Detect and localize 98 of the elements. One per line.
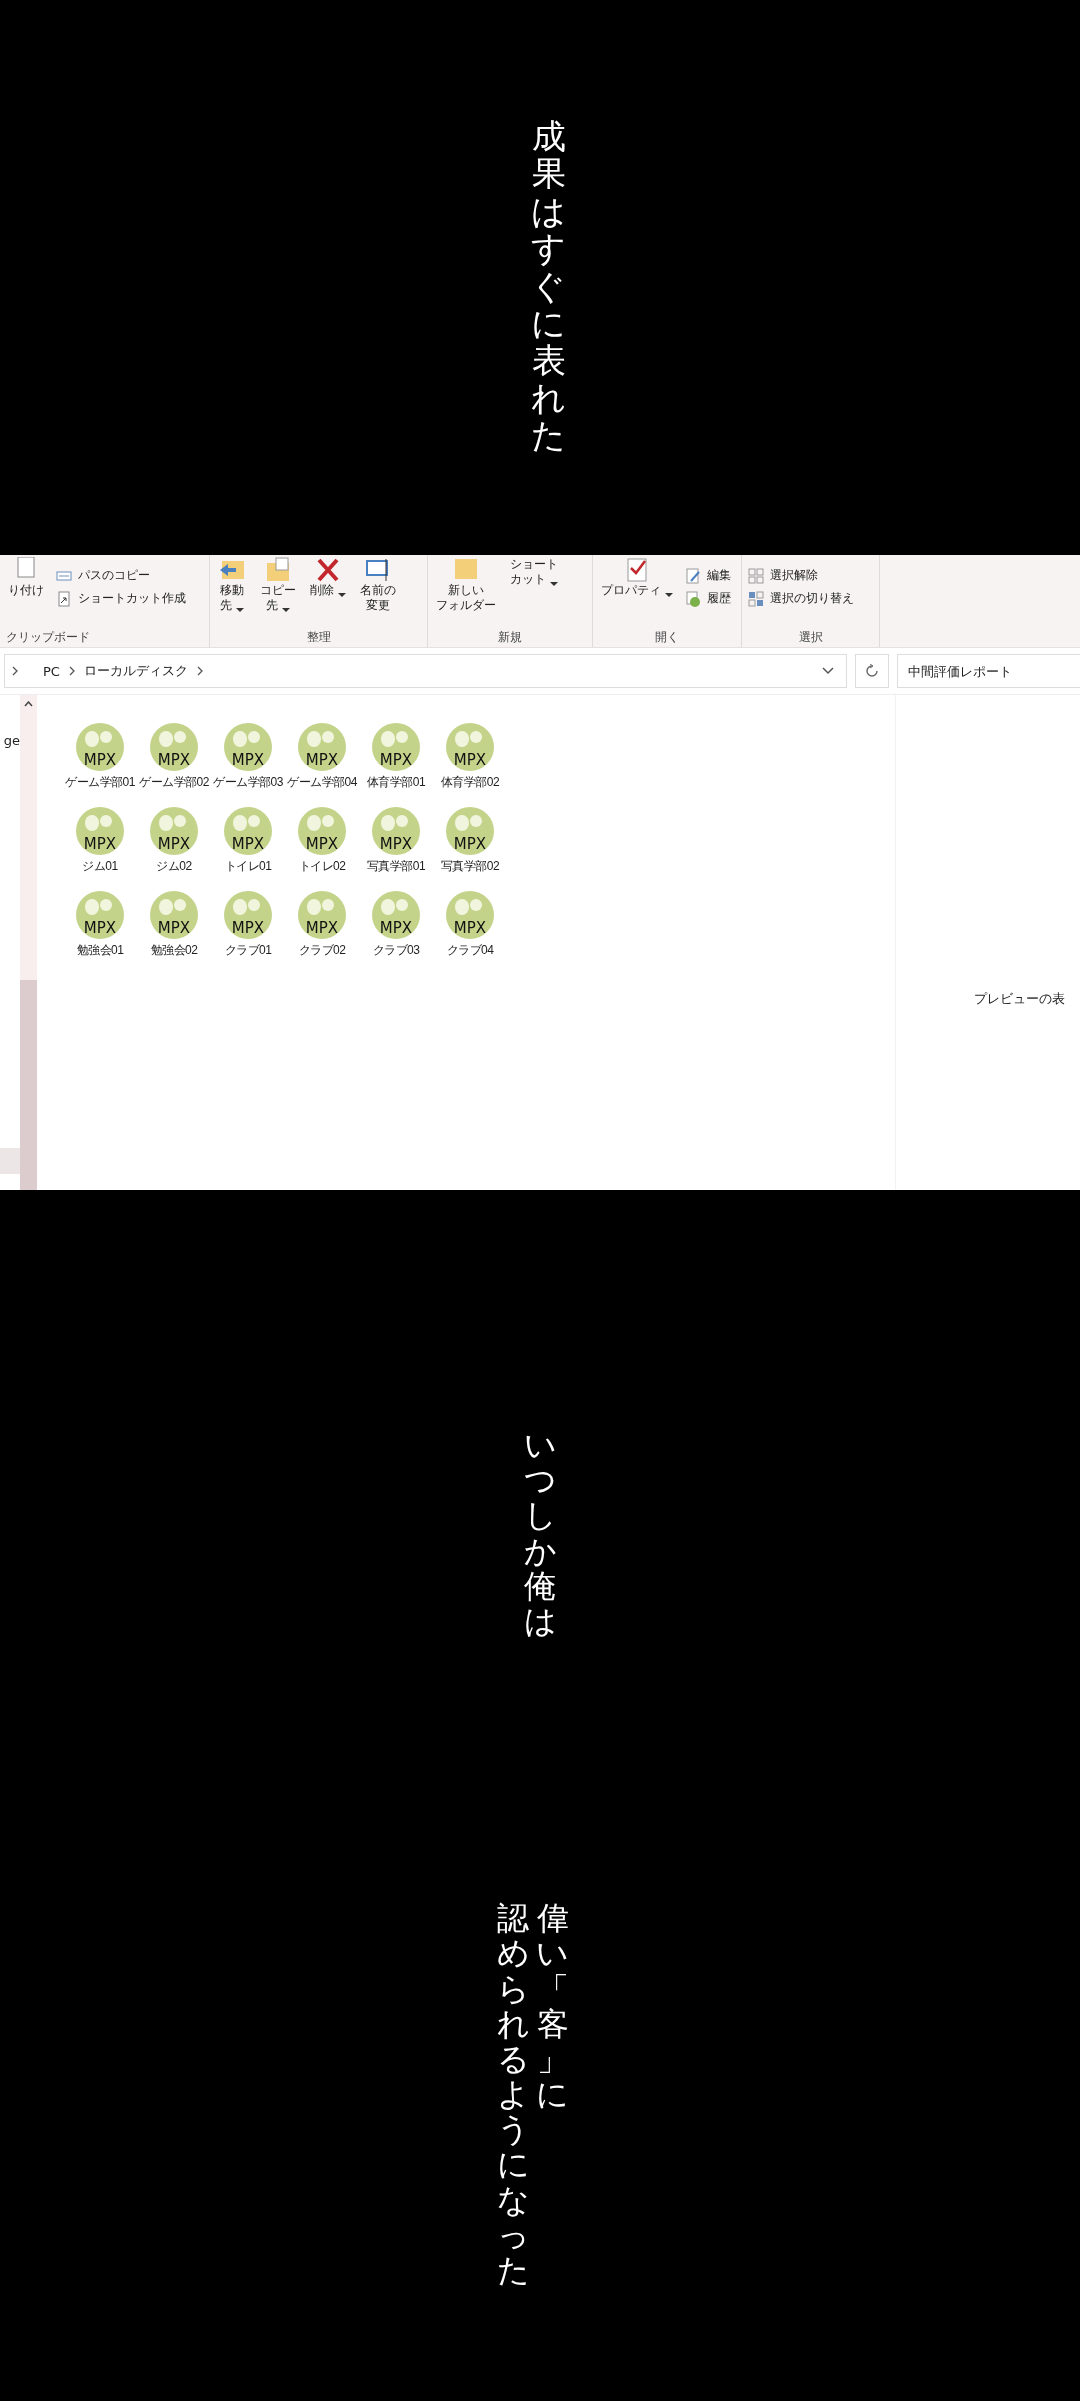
scrollbar-thumb[interactable]	[20, 980, 37, 1190]
media-file-icon: MPX	[150, 807, 198, 855]
ribbon-button[interactable]: 選択の切り替え	[748, 590, 854, 607]
media-file-icon: MPX	[150, 723, 198, 771]
search-field[interactable]: 中間評価レポート	[897, 654, 1080, 688]
scrollbar[interactable]	[20, 695, 37, 1190]
ribbon-button[interactable]: プロパティ	[599, 557, 675, 598]
file-name: 勉強会01	[76, 942, 124, 959]
file-name: 体育学部02	[440, 774, 500, 791]
invert-selection-icon	[748, 590, 764, 607]
file-name: ゲーム学部03	[213, 774, 283, 791]
file-item[interactable]: MPX ゲーム学部04	[285, 723, 359, 793]
ribbon-button[interactable]: 選択解除	[748, 567, 854, 584]
media-file-icon: MPX	[224, 807, 272, 855]
file-name: 写真学部01	[366, 858, 426, 875]
ribbon-button[interactable]: ショート カット	[508, 557, 560, 587]
media-file-icon: MPX	[76, 891, 124, 939]
preview-message: プレビューの表	[974, 990, 1065, 1008]
ribbon-group-label: 整理	[305, 629, 332, 646]
refresh-button[interactable]	[854, 654, 889, 688]
file-item[interactable]: MPX ゲーム学部01	[63, 723, 137, 793]
file-name: ジム01	[82, 858, 118, 875]
ribbon-button[interactable]: 新しい フォルダー	[434, 557, 498, 613]
caption: いつしか俺は	[522, 1428, 558, 1640]
media-file-icon: MPX	[446, 723, 494, 771]
file-name: トイレ01	[224, 858, 272, 875]
file-item[interactable]: MPX 体育学部02	[433, 723, 507, 793]
history-icon	[685, 590, 701, 607]
chevron-icon	[67, 666, 76, 676]
ribbon-group-label: 選択	[797, 629, 824, 646]
ribbon-button[interactable]: 移動 先	[216, 557, 248, 613]
edit-document-icon	[685, 567, 701, 584]
file-item[interactable]: MPX 体育学部01	[359, 723, 433, 793]
file-name: クラブ01	[224, 942, 272, 959]
file-name: 体育学部01	[366, 774, 426, 791]
refresh-icon	[864, 664, 879, 678]
file-name: クラブ04	[446, 942, 494, 959]
file-item[interactable]: MPX ゲーム学部02	[137, 723, 211, 793]
file-item[interactable]: MPX ゲーム学部03	[211, 723, 285, 793]
shortcut-icon	[56, 590, 72, 607]
file-name: ゲーム学部02	[139, 774, 209, 791]
file-name: ジム02	[156, 858, 192, 875]
ribbon-button[interactable]: り付け	[6, 557, 46, 598]
media-file-icon: MPX	[446, 807, 494, 855]
media-file-icon: MPX	[372, 891, 420, 939]
file-item[interactable]: MPX クラブ02	[285, 891, 359, 961]
file-item[interactable]: MPX ジム01	[63, 807, 137, 877]
media-file-icon: MPX	[224, 891, 272, 939]
media-file-icon: MPX	[76, 807, 124, 855]
ribbon-button[interactable]: 名前の 変更	[358, 557, 398, 613]
chevron-icon	[11, 666, 19, 676]
breadcrumb[interactable]: PC	[37, 663, 66, 679]
ribbon-group-label: 開く	[654, 629, 680, 646]
select-none-icon	[748, 567, 764, 584]
chevron-icon	[195, 666, 204, 676]
media-file-icon: MPX	[372, 723, 420, 771]
file-name: トイレ02	[298, 858, 346, 875]
file-item[interactable]: MPX 勉強会01	[63, 891, 137, 961]
caption: 認められるようになった	[495, 1901, 531, 2289]
ribbon-button[interactable]: コピー 先	[258, 557, 298, 613]
file-name: クラブ03	[372, 942, 420, 959]
breadcrumb[interactable]: ローカルディスク	[77, 662, 194, 680]
file-item[interactable]: MPX クラブ04	[433, 891, 507, 961]
file-item[interactable]: MPX 写真学部01	[359, 807, 433, 877]
file-item[interactable]: MPX 写真学部02	[433, 807, 507, 877]
ribbon-button[interactable]: 履歴	[685, 590, 731, 607]
file-item[interactable]: MPX トイレ02	[285, 807, 359, 877]
ribbon-button[interactable]: 削除	[308, 557, 348, 598]
dropdown-icon[interactable]	[821, 667, 834, 675]
ribbon-button[interactable]: 編集	[685, 567, 731, 584]
media-file-icon: MPX	[446, 891, 494, 939]
media-file-icon: MPX	[76, 723, 124, 771]
media-file-icon: MPX	[298, 723, 346, 771]
media-file-icon: MPX	[372, 807, 420, 855]
ribbon-button[interactable]: ショートカット作成	[56, 590, 186, 607]
nav-item[interactable]: ge	[0, 733, 20, 748]
scroll-up-icon[interactable]	[24, 701, 33, 707]
ribbon-group-label: クリップボード	[5, 629, 91, 646]
media-file-icon: MPX	[298, 891, 346, 939]
file-item[interactable]: MPX ジム02	[137, 807, 211, 877]
file-item[interactable]: MPX クラブ03	[359, 891, 433, 961]
ribbon-button[interactable]: パスのコピー	[56, 567, 186, 584]
media-file-icon: MPX	[298, 807, 346, 855]
caption: 成果はすぐに表れた	[530, 118, 568, 458]
file-name: 写真学部02	[440, 858, 500, 875]
caption: 偉い「客」に	[535, 1901, 571, 2116]
address-bar[interactable]: PC ローカルディスク	[4, 654, 847, 688]
media-file-icon: MPX	[224, 723, 272, 771]
media-file-icon: MPX	[150, 891, 198, 939]
file-item[interactable]: MPX クラブ01	[211, 891, 285, 961]
file-item[interactable]: MPX トイレ01	[211, 807, 285, 877]
ribbon-group-label: 新規	[497, 629, 523, 646]
file-name: 勉強会02	[150, 942, 198, 959]
file-item[interactable]: MPX 勉強会02	[137, 891, 211, 961]
file-name: ゲーム学部04	[287, 774, 357, 791]
file-name: クラブ02	[298, 942, 346, 959]
file-name: ゲーム学部01	[65, 774, 135, 791]
nav-item-highlight	[0, 1148, 20, 1174]
